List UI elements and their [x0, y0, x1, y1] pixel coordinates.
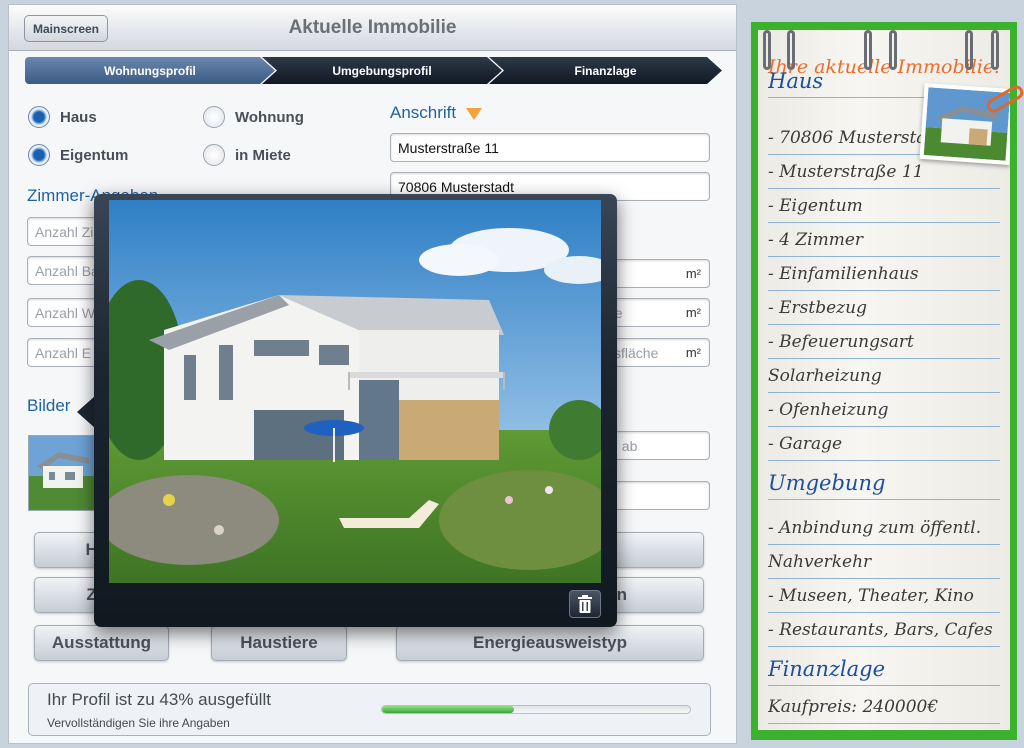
- popover-arrow: [77, 396, 95, 428]
- profile-progress-bar: [381, 705, 691, 714]
- unit-label: m²: [685, 345, 701, 360]
- house-thumbnail-image: [29, 436, 97, 510]
- radio-indicator: [203, 144, 225, 166]
- step-tabs: Wohnungsprofil Umgebungsprofil Finanzlag…: [25, 57, 722, 84]
- notepad-line: - Erstbezug: [768, 291, 1000, 325]
- profile-status: Ihr Profil ist zu 43% ausgefüllt Vervoll…: [28, 683, 711, 736]
- ring-binding-icon: [787, 30, 795, 70]
- profile-status-hint: Vervollständigen Sie ihre Angaben: [47, 716, 230, 730]
- ring-binding-icon: [991, 30, 999, 70]
- house-photo-image: [109, 200, 601, 583]
- notepad-panel: Ihre aktuelle Immobilie: Haus - 70806 Mus…: [751, 22, 1024, 740]
- radio-label: in Miete: [235, 146, 291, 164]
- radio-indicator: [28, 106, 50, 128]
- haustiere-button[interactable]: Haustiere: [211, 625, 347, 661]
- notepad-line: Nahverkehr: [768, 545, 1000, 579]
- energieausweistyp-button[interactable]: Energieausweistyp: [396, 625, 704, 661]
- unit-label: m²: [685, 305, 701, 320]
- house-thumbnail[interactable]: [28, 435, 98, 511]
- notepad-line: - Befeuerungsart: [768, 325, 1000, 359]
- tab-umgebungsprofil[interactable]: Umgebungsprofil: [262, 57, 502, 84]
- address-label[interactable]: Anschrift: [390, 103, 483, 123]
- triangle-down-icon: [466, 107, 483, 120]
- images-label: Bilder: [27, 396, 71, 415]
- tab-finanzlage[interactable]: Finanzlage: [489, 57, 722, 84]
- notepad-line: - Museen, Theater, Kino: [768, 579, 1000, 613]
- tab-wohnungsprofil[interactable]: Wohnungsprofil: [25, 57, 275, 84]
- radio-label: Wohnung: [235, 108, 304, 126]
- notepad-heading: Umgebung: [768, 466, 1000, 500]
- profile-progress-fill: [382, 706, 515, 713]
- notepad-line: - Anbindung zum öffentl.: [768, 511, 1000, 545]
- trash-icon: [578, 595, 592, 613]
- radio-haus[interactable]: Haus: [28, 106, 97, 128]
- top-bar: Mainscreen Aktuelle Immobilie: [9, 5, 736, 51]
- ring-binding-icon: [965, 30, 973, 70]
- notepad-line: - Ofenheizung: [768, 393, 1000, 427]
- house-photo: [109, 200, 601, 583]
- profile-status-text: Ihr Profil ist zu 43% ausgefüllt: [47, 690, 271, 709]
- notepad-line: - Garage: [768, 427, 1000, 461]
- notepad-heading: Finanzlage: [768, 652, 1000, 686]
- delete-image-button[interactable]: [569, 590, 601, 618]
- address-label-text: Anschrift: [390, 103, 457, 122]
- notepad-line: - 4 Zimmer: [768, 223, 1000, 257]
- radio-label: Haus: [60, 108, 97, 126]
- radio-indicator: [203, 106, 225, 128]
- street-field[interactable]: Musterstraße 11: [390, 133, 710, 162]
- radio-in-miete[interactable]: in Miete: [203, 144, 291, 166]
- notepad-line: - Einfamilienhaus: [768, 257, 1000, 291]
- radio-label: Eigentum: [60, 146, 129, 164]
- ring-binding-icon: [889, 30, 897, 70]
- ring-binding-icon: [763, 30, 771, 70]
- notepad-line: - Restaurants, Bars, Cafes: [768, 613, 1000, 647]
- radio-eigentum[interactable]: Eigentum: [28, 144, 128, 166]
- radio-wohnung[interactable]: Wohnung: [203, 106, 304, 128]
- ausstattung-button[interactable]: Ausstattung: [34, 625, 169, 661]
- button-label: n: [616, 585, 627, 604]
- notepad-paper: Ihre aktuelle Immobilie: Haus - 70806 Mus…: [758, 30, 1010, 730]
- image-popover: [94, 194, 617, 627]
- ring-binding-icon: [864, 30, 872, 70]
- unit-label: m²: [685, 266, 701, 281]
- notepad-line: Solarheizung: [768, 359, 1000, 393]
- page-title: Aktuelle Immobilie: [288, 17, 457, 38]
- notepad-line: - Eigentum: [768, 189, 1000, 223]
- notepad-line: Kaufpreis: 240000€: [768, 690, 1000, 724]
- radio-indicator: [28, 144, 50, 166]
